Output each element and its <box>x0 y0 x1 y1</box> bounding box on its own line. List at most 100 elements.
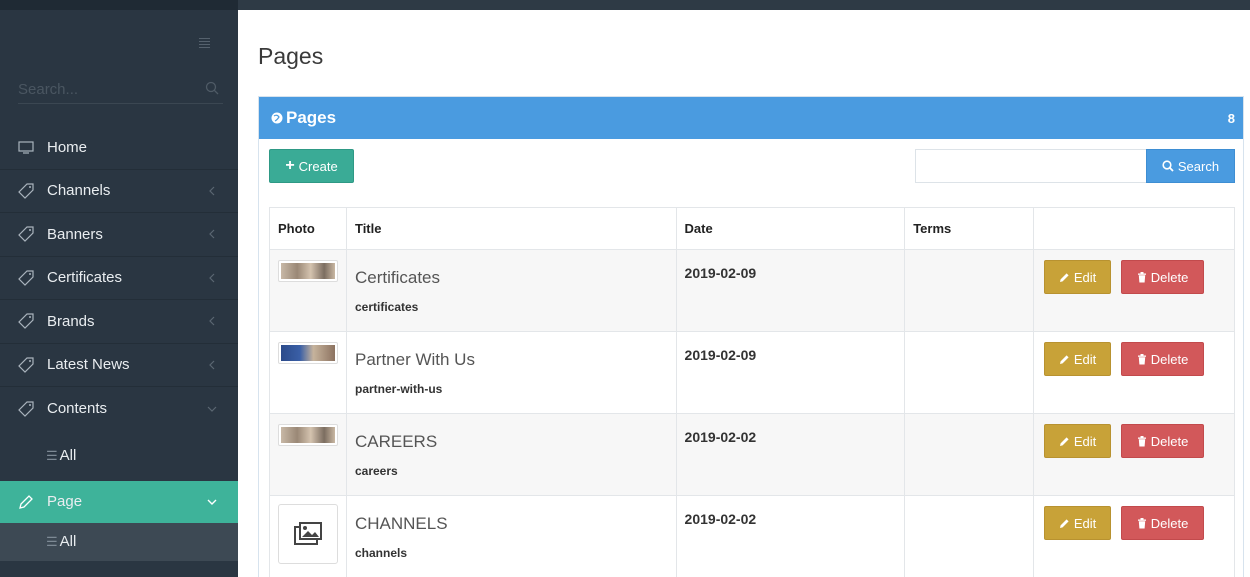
sidebar-item-contents[interactable]: Contents <box>0 387 238 431</box>
table-row: Partner With Us partner-with-us 2019-02-… <box>269 331 1235 414</box>
sidebar-top-strip <box>0 0 238 10</box>
create-button[interactable]: + Create <box>269 149 354 183</box>
page-thumbnail[interactable] <box>278 504 338 564</box>
sidebar-item-label: Latest News <box>47 356 130 374</box>
sidebar-item-latest-news[interactable]: Latest News <box>0 344 238 387</box>
search-icon <box>1162 160 1174 172</box>
trash-icon <box>1137 517 1146 528</box>
column-header-terms: Terms <box>904 207 1035 250</box>
delete-button[interactable]: Delete <box>1121 342 1205 376</box>
date-cell: 2019-02-02 <box>675 495 906 577</box>
date-cell: 2019-02-09 <box>675 249 906 332</box>
edit-button[interactable]: Edit <box>1044 424 1112 458</box>
sidebar-subitem-contents-all[interactable]: ☰ All <box>0 430 238 481</box>
delete-button[interactable]: Delete <box>1121 506 1205 540</box>
delete-button[interactable]: Delete <box>1121 260 1205 294</box>
page-slug: careers <box>354 464 398 478</box>
column-header-title: Title <box>345 207 677 250</box>
tag-icon <box>18 357 38 373</box>
chevron-left-icon <box>209 229 215 239</box>
page-title-link[interactable]: CHANNELS <box>355 514 676 534</box>
trash-icon <box>1137 435 1146 446</box>
actions-cell: Edit Delete <box>1033 331 1235 414</box>
chevron-left-icon <box>209 360 215 369</box>
sidebar-item-label: Banners <box>47 225 103 243</box>
edit-button-label: Edit <box>1073 433 1097 449</box>
sidebar-item-label: Home <box>47 138 88 156</box>
page-title: Pages <box>258 43 324 69</box>
list-icon: ☰ <box>46 533 58 549</box>
trash-icon <box>1137 353 1146 364</box>
panel-header: Pages 8 <box>259 97 1243 139</box>
edit-button[interactable]: Edit <box>1044 506 1112 540</box>
sidebar-item-label: Contents <box>47 400 108 418</box>
search-button[interactable]: Search <box>1146 149 1235 183</box>
terms-cell <box>904 413 1035 496</box>
search-button-label: Search <box>1177 158 1220 174</box>
pages-table: Photo Title Date Terms Certificates cert… <box>269 207 1235 577</box>
delete-button-label: Delete <box>1150 269 1189 285</box>
pages-panel: Pages 8 + Create Search Photo Title Date… <box>258 96 1244 577</box>
title-cell: CAREERS careers <box>345 413 677 496</box>
tag-icon <box>18 183 38 199</box>
page-title-link[interactable]: Certificates <box>355 268 676 288</box>
pencil-icon <box>1059 518 1069 528</box>
title-cell: Partner With Us partner-with-us <box>345 331 677 414</box>
create-button-label: Create <box>298 158 338 174</box>
delete-button-label: Delete <box>1150 351 1189 367</box>
page-thumbnail[interactable] <box>278 424 338 446</box>
sidebar-subitem-page-all[interactable]: ☰ All <box>0 522 238 561</box>
sidebar-item-brands[interactable]: Brands <box>0 300 238 344</box>
table-search-field <box>915 149 1147 183</box>
actions-cell: Edit Delete <box>1033 413 1235 496</box>
page-slug: certificates <box>354 300 419 314</box>
table-row: CAREERS careers 2019-02-02 Edit Delete <box>269 413 1235 496</box>
sidebar-item-home[interactable]: Home <box>0 126 238 170</box>
title-cell: CHANNELS channels <box>345 495 677 577</box>
pencil-icon <box>18 494 38 510</box>
table-search-input[interactable] <box>916 150 1147 182</box>
photo-cell <box>269 495 347 577</box>
edit-button[interactable]: Edit <box>1044 260 1112 294</box>
actions-cell: Edit Delete <box>1033 495 1235 577</box>
column-header-date: Date <box>675 207 906 250</box>
page-thumbnail[interactable] <box>278 342 338 364</box>
tag-icon <box>18 313 38 330</box>
pencil-icon <box>1059 272 1069 282</box>
top-navbar <box>238 0 1250 10</box>
page-date: 2019-02-09 <box>684 347 757 363</box>
search-icon[interactable] <box>205 81 219 95</box>
globe-icon <box>271 112 283 124</box>
sidebar-item-label: Certificates <box>47 269 123 287</box>
sidebar-item-page[interactable]: Page <box>0 480 238 523</box>
page-slug: channels <box>354 546 408 560</box>
page-title-link[interactable]: CAREERS <box>355 432 676 452</box>
edit-button[interactable]: Edit <box>1044 342 1112 376</box>
sidebar-toggle-button[interactable] <box>193 32 215 54</box>
date-cell: 2019-02-09 <box>675 331 906 414</box>
page-thumbnail[interactable] <box>278 260 338 282</box>
photo-cell <box>269 413 347 496</box>
sidebar-search-input[interactable] <box>18 76 193 102</box>
page-date: 2019-02-09 <box>684 265 757 281</box>
actions-cell: Edit Delete <box>1033 249 1235 332</box>
tag-icon <box>18 226 38 243</box>
sidebar-item-certificates[interactable]: Certificates <box>0 257 238 300</box>
chevron-left-icon <box>209 273 215 282</box>
delete-button[interactable]: Delete <box>1121 424 1205 458</box>
table-row: CHANNELS channels 2019-02-02 Edit Delete <box>269 495 1235 577</box>
page-title-link[interactable]: Partner With Us <box>355 350 676 370</box>
monitor-icon <box>18 139 38 155</box>
sidebar-item-channels[interactable]: Channels <box>0 170 238 213</box>
delete-button-label: Delete <box>1150 433 1189 449</box>
sidebar: Home Channels Banners Certificates Brand… <box>0 0 238 577</box>
chevron-down-icon <box>207 406 217 412</box>
trash-icon <box>1137 271 1146 282</box>
tag-icon <box>18 270 38 286</box>
photo-cell <box>269 331 347 414</box>
photo-cell <box>269 249 347 332</box>
sidebar-search <box>18 76 223 104</box>
table-row: Certificates certificates 2019-02-09 Edi… <box>269 249 1235 332</box>
sidebar-item-banners[interactable]: Banners <box>0 213 238 257</box>
terms-cell <box>904 495 1035 577</box>
